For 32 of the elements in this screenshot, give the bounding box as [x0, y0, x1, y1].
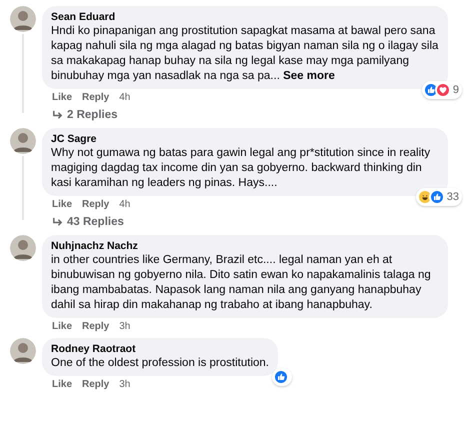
author-name[interactable]: Nuhjnachz Nachz [51, 239, 439, 253]
author-name[interactable]: Sean Eduard [51, 10, 439, 24]
avatar[interactable] [10, 6, 36, 32]
like-link[interactable]: Like [52, 378, 72, 391]
reaction-summary[interactable] [272, 368, 292, 386]
reply-link[interactable]: Reply [82, 198, 110, 211]
see-more-link[interactable]: See more [280, 70, 335, 82]
reply-link[interactable]: Reply [82, 320, 110, 333]
thumbs-up-icon [428, 188, 445, 205]
avatar[interactable] [10, 128, 36, 154]
reply-arrow-icon [52, 110, 63, 121]
author-name[interactable]: JC Sagre [51, 132, 439, 146]
comment-text: in other countries like Germany, Brazil etc.... legal naman yan eh at binubuwisan ng gobyerno nila. Dito satin ewan ko napakamalinis talaga ng ibang mambabatas. Napasok lang naman nila ang ganyang hanapbuhay dahil sa hirap din makahanap ng trabaho at ibang hanapbuhay. [51, 253, 432, 313]
like-link[interactable]: Like [52, 198, 72, 211]
thumbs-up-icon [272, 369, 289, 385]
view-replies-link[interactable]: 43 Replies [42, 211, 124, 230]
timestamp[interactable]: 4h [119, 198, 130, 211]
reaction-summary[interactable]: 33 [416, 188, 462, 206]
like-link[interactable]: Like [52, 91, 72, 104]
comment-text: One of the oldest profession is prostitution. [51, 356, 269, 371]
view-replies-link[interactable]: 2 Replies [42, 104, 118, 123]
avatar[interactable] [10, 235, 36, 261]
avatar[interactable] [10, 338, 36, 364]
timestamp[interactable]: 3h [119, 378, 130, 391]
like-link[interactable]: Like [52, 320, 72, 333]
reply-link[interactable]: Reply [82, 378, 110, 391]
timestamp[interactable]: 4h [119, 91, 130, 104]
reaction-summary[interactable]: 9 [422, 80, 462, 99]
timestamp[interactable]: 3h [119, 320, 130, 333]
reply-arrow-icon [52, 217, 63, 228]
author-name[interactable]: Rodney Raotraot [51, 342, 269, 356]
reply-link[interactable]: Reply [82, 91, 110, 104]
